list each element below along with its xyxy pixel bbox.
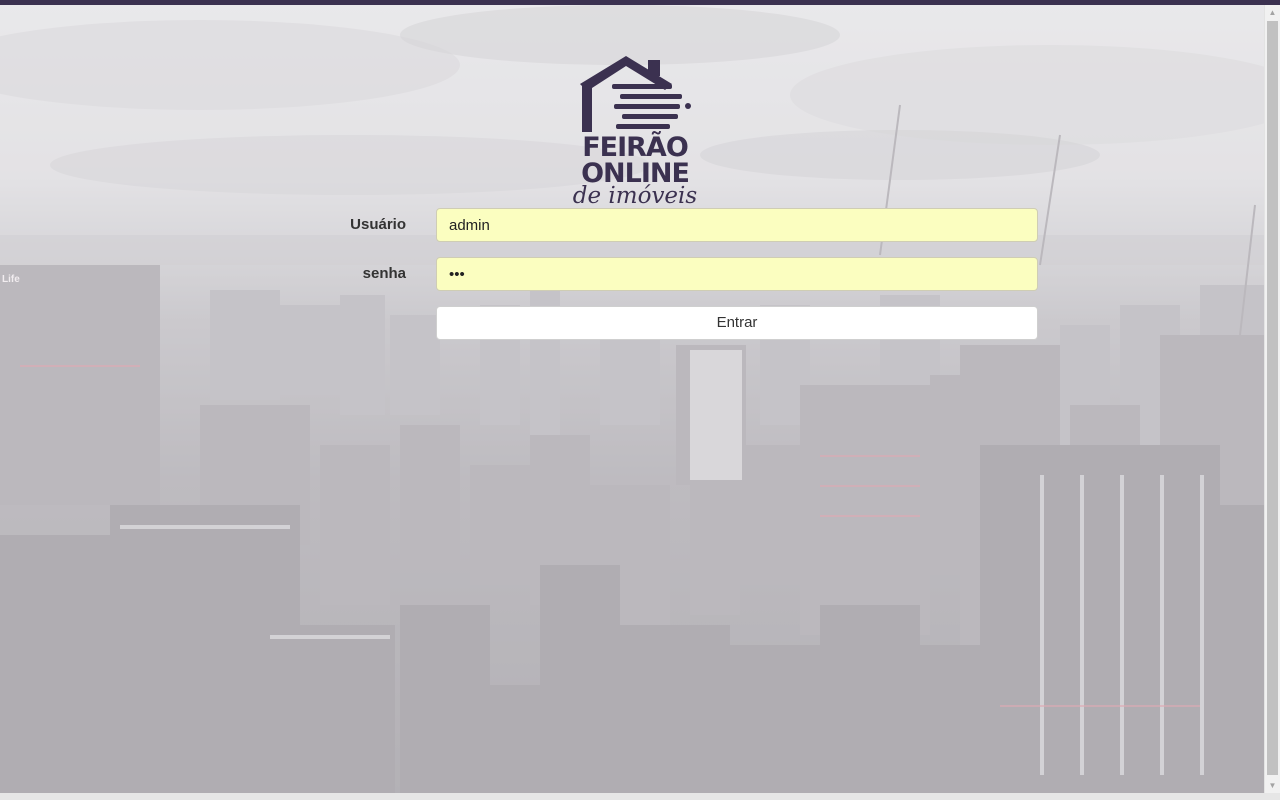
vertical-scrollbar[interactable]: ▲ ▼: [1264, 5, 1280, 793]
username-label: Usuário: [350, 216, 406, 233]
password-label: senha: [362, 265, 406, 282]
scrollbar-thumb[interactable]: [1267, 21, 1278, 775]
scroll-down-arrow-icon[interactable]: ▼: [1265, 778, 1280, 793]
password-input[interactable]: [436, 257, 1038, 291]
bottom-edge: [0, 793, 1280, 800]
feirao-online-logo: FEIRÃO ONLINE de imóveis: [570, 54, 700, 210]
house-icon: [580, 56, 691, 132]
logo-text-de-imoveis: de imóveis: [572, 183, 698, 209]
login-page: Life FEIRÃO ONLINE de imóveis Usuário se…: [0, 0, 1280, 800]
scroll-up-arrow-icon[interactable]: ▲: [1265, 5, 1280, 20]
username-input[interactable]: [436, 208, 1038, 242]
top-accent-bar: [0, 0, 1280, 5]
entrar-button[interactable]: Entrar: [436, 306, 1038, 340]
